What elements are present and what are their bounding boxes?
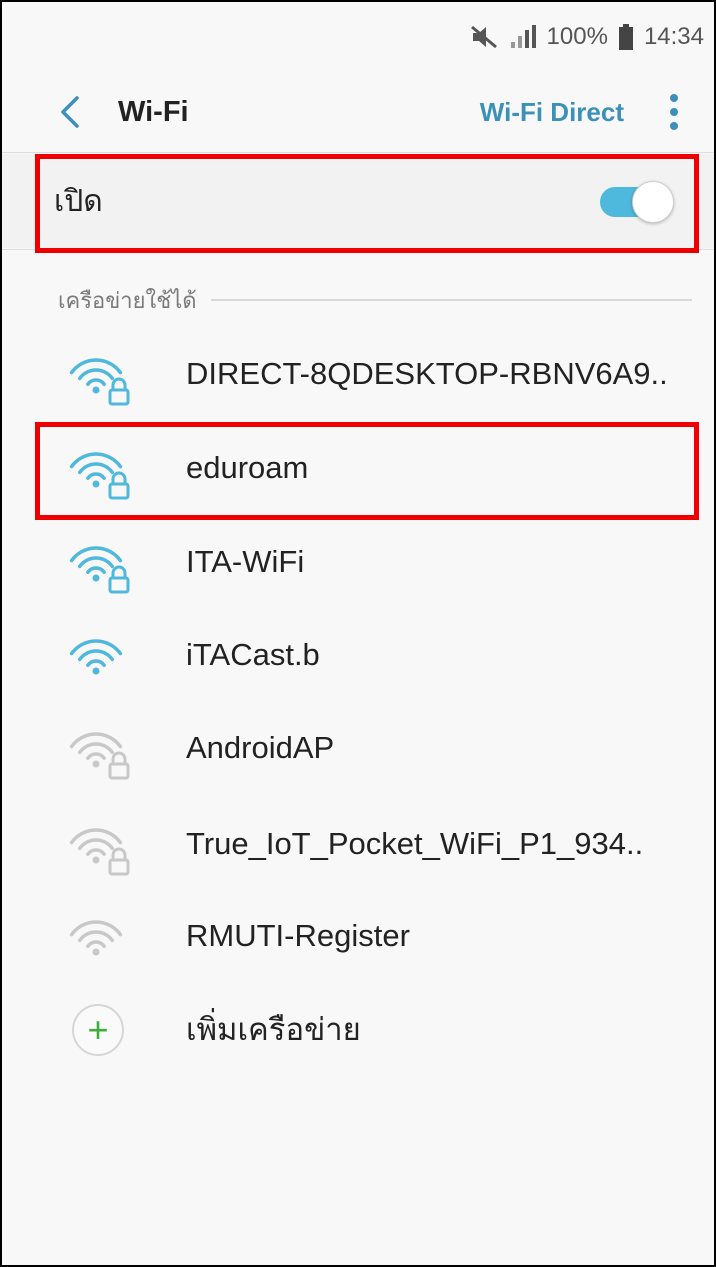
wifi-secured-icon [69, 732, 130, 780]
wifi-secured-icon [69, 358, 130, 406]
phone-screen: 100% 14:34 Wi-Fi Wi-Fi Direct เปิด เครือ… [0, 0, 716, 1267]
network-name: AndroidAP [186, 730, 335, 765]
app-bar: Wi-Fi Wi-Fi Direct [2, 72, 714, 152]
wifi-secured-icon [69, 546, 130, 594]
network-item[interactable]: True_IoT_Pocket_WiFi_P1_934.. [2, 798, 714, 890]
wifi-toggle-row[interactable]: เปิด [2, 154, 714, 248]
battery-percent: 100% [546, 23, 608, 50]
network-item[interactable]: AndroidAP [2, 702, 714, 794]
network-name: True_IoT_Pocket_WiFi_P1_934.. [186, 826, 644, 861]
network-name: eduroam [186, 450, 309, 485]
network-name: RMUTI-Register [186, 918, 410, 953]
add-network-label: เพิ่มเครือข่าย [186, 1012, 361, 1047]
app-bar-divider [2, 152, 714, 153]
network-item[interactable]: iTACast.b [2, 609, 714, 701]
back-button[interactable] [40, 82, 100, 142]
status-time: 14:34 [643, 23, 704, 50]
section-title: เครือข่ายใช้ได้ [58, 287, 197, 313]
more-vert-icon [670, 94, 678, 130]
more-options-button[interactable] [654, 82, 694, 142]
mute-icon [469, 24, 499, 50]
back-chevron-icon [61, 96, 79, 128]
wifi-secured-icon [69, 828, 130, 876]
network-item[interactable]: eduroam [2, 422, 714, 514]
network-name: DIRECT-8QDESKTOP-RBNV6A9.. [186, 356, 668, 391]
wifi-open-icon [69, 920, 123, 956]
battery-icon [618, 24, 634, 50]
wifi-open-icon [69, 639, 123, 675]
signal-icon [509, 24, 537, 50]
wifi-direct-button[interactable]: Wi-Fi Direct [480, 97, 624, 128]
section-header: เครือข่ายใช้ได้ [58, 282, 692, 318]
wifi-secured-icon [69, 452, 130, 500]
add-network-item[interactable]: + เพิ่มเครือข่าย [2, 983, 714, 1075]
network-name: ITA-WiFi [186, 544, 305, 579]
section-rule [210, 299, 692, 301]
switch-knob [632, 181, 674, 223]
network-item[interactable]: DIRECT-8QDESKTOP-RBNV6A9.. [2, 328, 714, 420]
status-bar: 100% 14:34 [2, 2, 714, 72]
network-item[interactable]: RMUTI-Register [2, 890, 714, 982]
network-item[interactable]: ITA-WiFi [2, 516, 714, 608]
plus-icon: + [72, 1004, 124, 1056]
page-title: Wi-Fi [118, 95, 189, 128]
toggle-divider [2, 249, 714, 250]
wifi-switch[interactable] [598, 181, 674, 223]
wifi-toggle-label: เปิด [54, 184, 103, 218]
network-name: iTACast.b [186, 637, 320, 672]
